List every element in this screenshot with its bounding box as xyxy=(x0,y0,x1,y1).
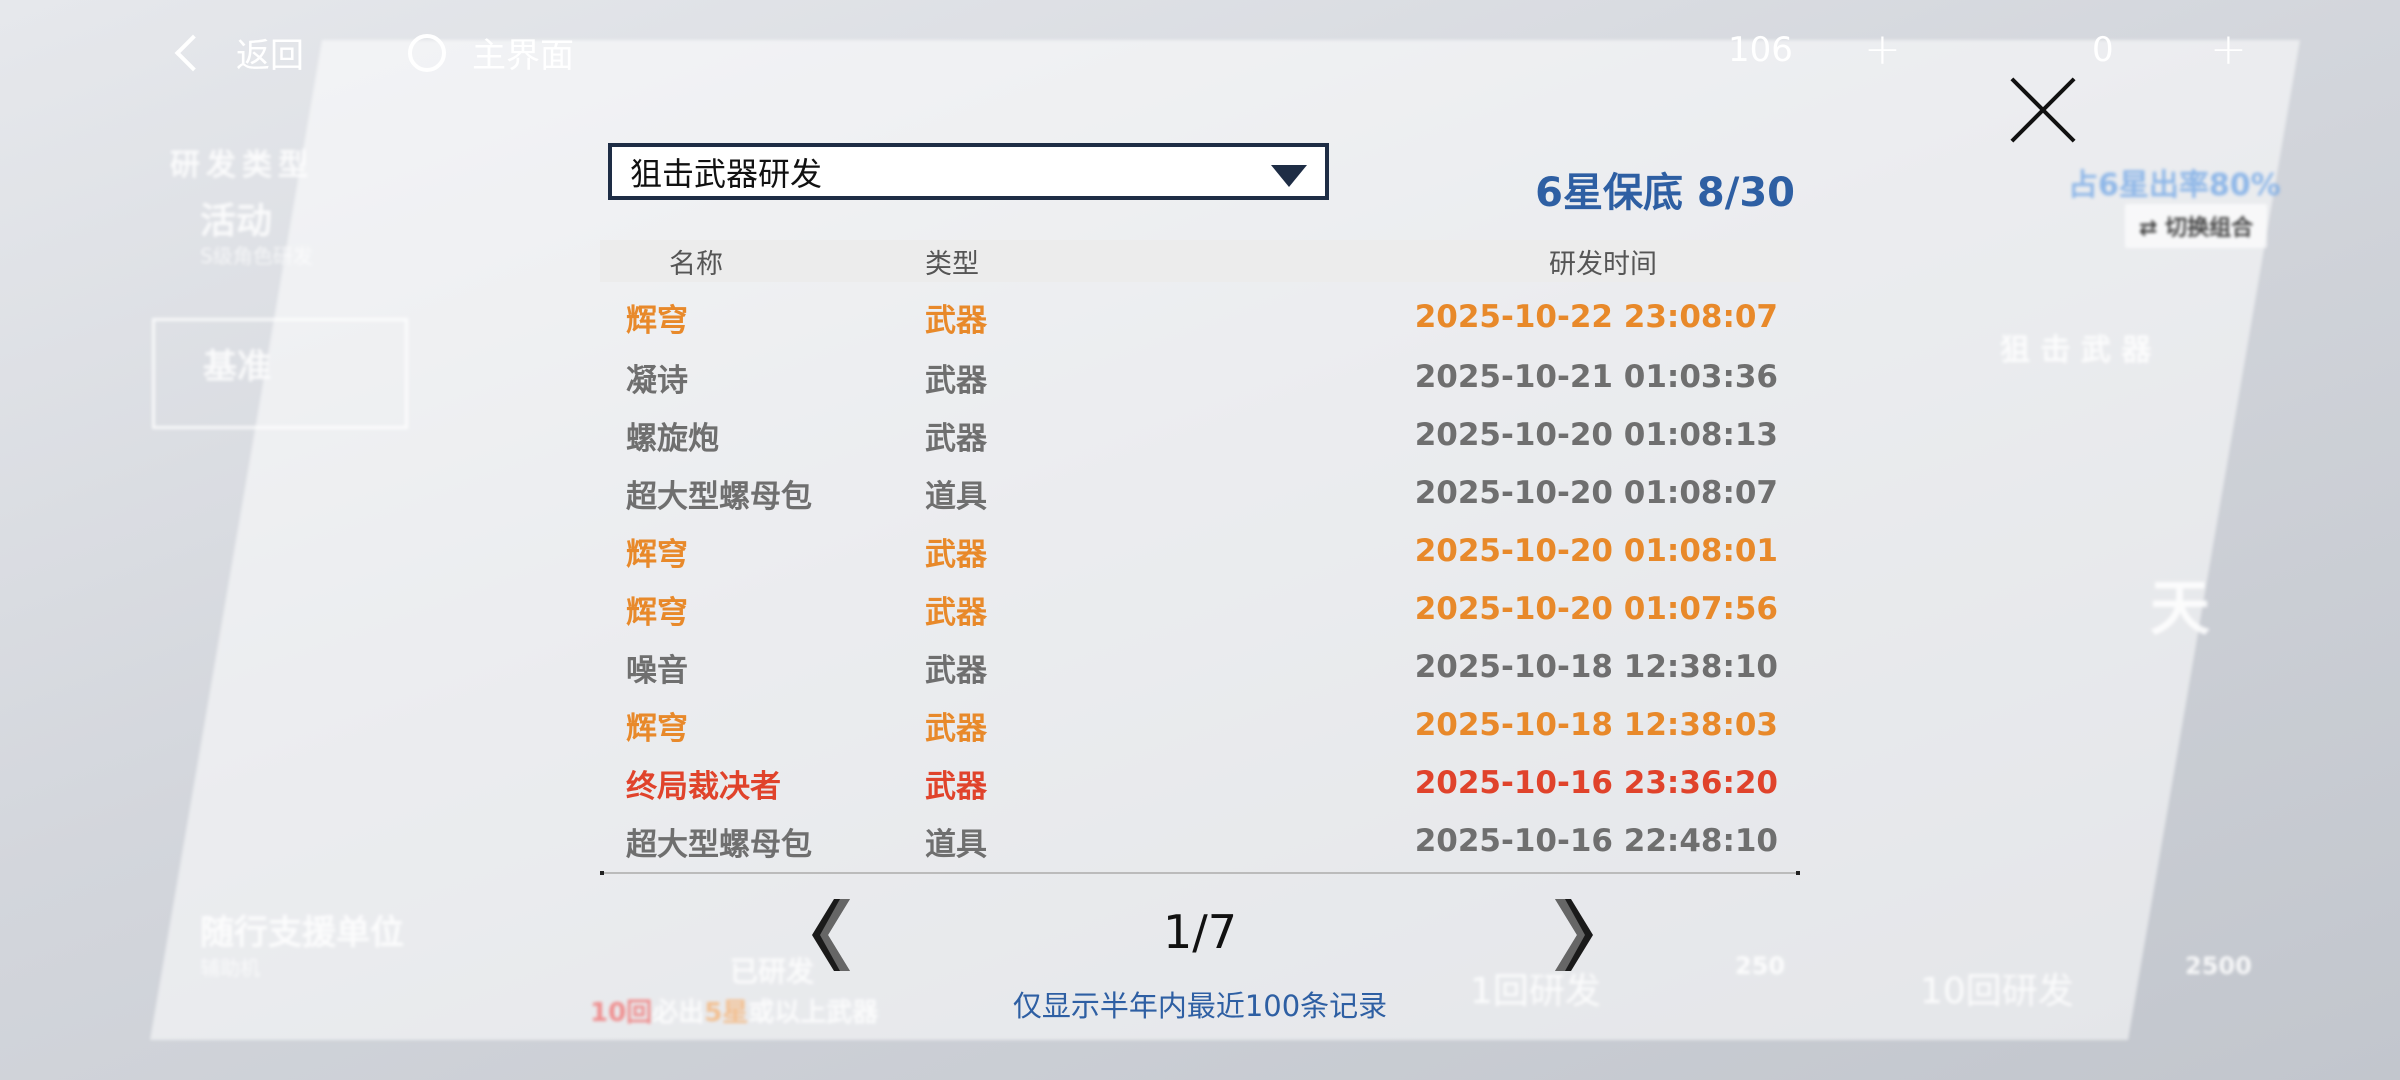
table-row: 辉穹 武器 2025-10-18 12:38:03 xyxy=(600,696,1800,754)
next-page-button[interactable] xyxy=(1545,895,1605,975)
record-type: 武器 xyxy=(925,594,987,631)
record-name: 辉穹 xyxy=(626,302,688,339)
record-type: 武器 xyxy=(925,710,987,747)
record-time: 2025-10-16 23:36:20 xyxy=(1414,765,1778,801)
chevron-left-icon xyxy=(812,899,850,971)
table-divider xyxy=(600,871,1800,875)
dropdown-arrow-icon xyxy=(1271,165,1307,187)
record-time: 2025-10-18 12:38:03 xyxy=(1414,707,1778,743)
record-name: 凝诗 xyxy=(626,362,688,399)
record-name: 噪音 xyxy=(626,652,688,689)
chevron-right-icon xyxy=(1555,899,1593,971)
ten-dev-cost: 2500 xyxy=(2185,952,2252,980)
dev-type-label: 研发类型 xyxy=(170,148,314,183)
record-type: 武器 xyxy=(925,420,987,457)
record-type: 武器 xyxy=(925,652,987,689)
table-row: 凝诗 武器 2025-10-21 01:03:36 xyxy=(600,348,1800,406)
rate-label: 占6星出率80% xyxy=(2068,168,2281,203)
history-modal: 狙击武器研发 6星保底 8/30 名称 类型 研发时间 辉穹 武器 2025-10-… xyxy=(600,140,1800,1040)
record-name: 超大型螺母包 xyxy=(626,478,812,515)
table-row: 噪音 武器 2025-10-18 12:38:10 xyxy=(600,638,1800,696)
ten-dev-button[interactable]: 10回研发 xyxy=(1920,962,2074,1014)
pool-select[interactable]: 狙击武器研发 xyxy=(608,143,1329,200)
support-sub: 辅助机 xyxy=(200,956,260,980)
table-row: 螺旋炮 武器 2025-10-20 01:08:13 xyxy=(600,406,1800,464)
header-name: 名称 xyxy=(669,248,723,280)
record-time: 2025-10-21 01:03:36 xyxy=(1414,359,1778,395)
home-label: 主界面 xyxy=(472,36,574,76)
record-time: 2025-10-20 01:08:13 xyxy=(1414,417,1778,453)
home-button[interactable]: 主界面 xyxy=(408,28,574,77)
table-header: 名称 类型 研发时间 xyxy=(600,240,1800,282)
records-note: 仅显示半年内最近100条记录 xyxy=(1012,989,1388,1023)
table-row: 辉穹 武器 2025-10-22 23:08:07 xyxy=(600,282,1800,348)
record-name: 辉穹 xyxy=(626,710,688,747)
switch-combo-button[interactable]: ⇄ 切换组合 xyxy=(2125,204,2268,248)
record-time: 2025-10-18 12:38:10 xyxy=(1414,649,1778,685)
record-time: 2025-10-20 01:07:56 xyxy=(1414,591,1778,627)
back-button[interactable]: 返回 xyxy=(174,28,304,77)
record-name: 螺旋炮 xyxy=(626,420,719,457)
header-time: 研发时间 xyxy=(1549,248,1657,280)
table-row: 终局裁决者 武器 2025-10-16 23:36:20 xyxy=(600,754,1800,812)
resource1-count: 106 xyxy=(1728,30,1793,70)
table-row: 辉穹 武器 2025-10-20 01:07:56 xyxy=(600,580,1800,638)
record-type: 武器 xyxy=(925,768,987,805)
pity-counter: 6星保底 8/30 xyxy=(1535,170,1795,216)
header-type: 类型 xyxy=(925,248,979,280)
support-label: 随行支援单位 xyxy=(200,913,404,953)
table-body: 辉穹 武器 2025-10-22 23:08:07 凝诗 武器 2025-10-21 01… xyxy=(600,282,1800,870)
record-time: 2025-10-22 23:08:07 xyxy=(1414,299,1778,335)
table-row: 辉穹 武器 2025-10-20 01:08:01 xyxy=(600,522,1800,580)
table-row: 超大型螺母包 道具 2025-10-16 22:48:10 xyxy=(600,812,1800,870)
record-type: 武器 xyxy=(925,362,987,399)
standard-tab[interactable]: 基准 xyxy=(152,318,408,429)
record-name: 辉穹 xyxy=(626,536,688,573)
record-type: 道具 xyxy=(925,478,987,515)
record-name: 终局裁决者 xyxy=(626,768,781,805)
activity-label: 活动 xyxy=(200,201,273,242)
resource1-add-button[interactable]: + xyxy=(1864,24,1901,75)
pool-select-value: 狙击武器研发 xyxy=(630,154,823,193)
resource2-add-button[interactable]: + xyxy=(2210,24,2247,75)
home-circle-icon xyxy=(408,33,446,72)
back-label: 返回 xyxy=(236,36,304,76)
prev-page-button[interactable] xyxy=(800,895,860,975)
table-row: 超大型螺母包 道具 2025-10-20 01:08:07 xyxy=(600,464,1800,522)
record-time: 2025-10-20 01:08:01 xyxy=(1414,533,1778,569)
record-name: 辉穹 xyxy=(626,594,688,631)
record-time: 2025-10-16 22:48:10 xyxy=(1414,823,1778,859)
close-icon[interactable] xyxy=(2005,72,2081,148)
history-table: 名称 类型 研发时间 辉穹 武器 2025-10-22 23:08:07 凝诗 武器 20… xyxy=(600,240,1800,875)
sniper-label: 狙 击 武 器 xyxy=(2000,333,2152,368)
page-indicator: 1/7 xyxy=(1162,905,1238,959)
record-type: 武器 xyxy=(925,302,987,339)
activity-sub: S级角色研发 xyxy=(200,244,313,268)
resource2-count: 0 xyxy=(2092,30,2114,70)
switch-icon: ⇄ xyxy=(2139,216,2166,241)
standard-label: 基准 xyxy=(203,347,271,387)
record-name: 超大型螺母包 xyxy=(626,826,812,863)
switch-combo-label: 切换组合 xyxy=(2165,216,2254,241)
record-time: 2025-10-20 01:08:07 xyxy=(1414,475,1778,511)
record-type: 道具 xyxy=(925,826,987,863)
day-label: 天 xyxy=(2150,574,2210,644)
back-chevron-icon xyxy=(174,34,212,71)
record-type: 武器 xyxy=(925,536,987,573)
